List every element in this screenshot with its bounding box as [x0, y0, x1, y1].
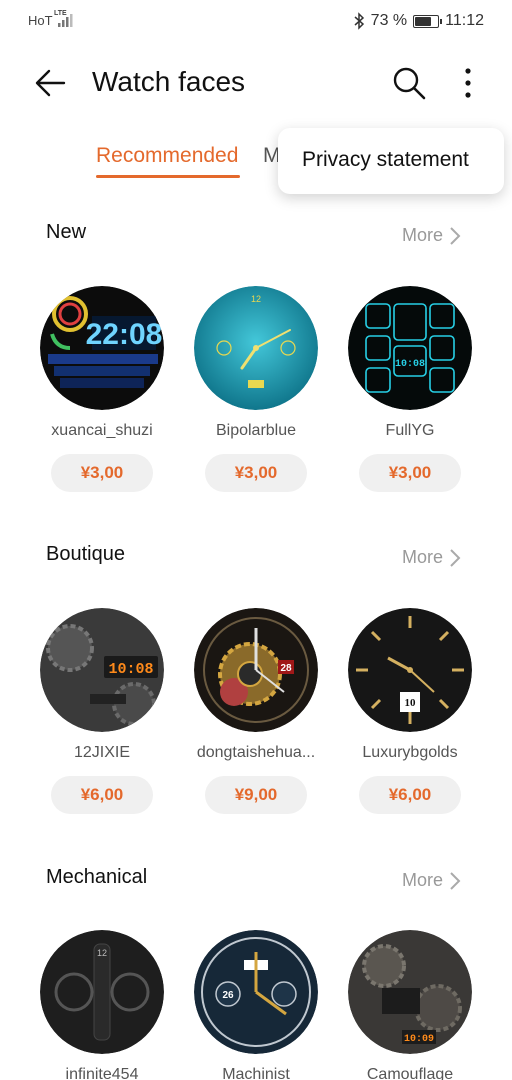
status-bar: HoT LTE 73 % 11:12 [0, 0, 512, 44]
clock: 11:12 [445, 12, 484, 29]
app-header: Watch faces [0, 52, 512, 116]
face-time: 22:08 [86, 318, 163, 351]
watch-name: Machinist [222, 1066, 290, 1080]
bluetooth-icon [354, 12, 364, 30]
tab-recommended[interactable]: Recommended [96, 144, 238, 168]
watch-face-thumbnail[interactable]: 26 [194, 930, 318, 1054]
chevron-right-icon [450, 226, 461, 245]
more-label: More [402, 870, 444, 890]
watch-face-thumbnail[interactable]: 10:09 [348, 930, 472, 1054]
tab-indicator [96, 175, 240, 178]
watch-card[interactable]: 10:08 12JIXIE ¥6,00 [27, 608, 177, 814]
watch-face-thumbnail[interactable]: 12 [40, 930, 164, 1054]
watch-name: infinite454 [65, 1066, 139, 1080]
price-button[interactable]: ¥9,00 [205, 776, 307, 814]
section-title-boutique: Boutique [46, 543, 125, 565]
menu-item-privacy-statement[interactable]: Privacy statement [302, 148, 469, 172]
price-button[interactable]: ¥3,00 [205, 454, 307, 492]
more-label: More [402, 547, 444, 567]
signal-icon [58, 14, 73, 27]
watch-face-thumbnail[interactable]: 10:08 [348, 286, 472, 410]
watch-card[interactable]: 28 dongtaishehua... ¥9,00 [181, 608, 331, 814]
watch-card[interactable]: 10 Luxurybgolds ¥6,00 [335, 608, 485, 814]
watch-card[interactable]: 12 Bipolarblue ¥3,00 [181, 286, 331, 492]
face-time: 10:09 [404, 1034, 434, 1045]
face-date: 10 [405, 697, 417, 709]
page-title: Watch faces [92, 66, 246, 97]
watch-name: xuancai_shuzi [51, 422, 153, 439]
face-date: 26 [222, 990, 234, 1001]
section-title-new: New [46, 221, 87, 243]
face-numeral: 12 [251, 294, 261, 304]
face-time: 10:08 [108, 661, 153, 678]
more-link-mechanical[interactable]: More [402, 870, 461, 891]
section-title-mechanical: Mechanical [46, 866, 148, 888]
face-numeral: 12 [97, 948, 107, 958]
watch-face-thumbnail[interactable]: 10:08 [40, 608, 164, 732]
chevron-right-icon [450, 871, 461, 890]
watch-face-thumbnail[interactable]: 28 [194, 608, 318, 732]
carrier-label: HoT [28, 13, 53, 28]
watch-name: FullYG [385, 422, 435, 439]
watch-face-thumbnail[interactable]: 22:08 [40, 286, 164, 410]
more-label: More [402, 225, 444, 245]
price-button[interactable]: ¥6,00 [51, 776, 153, 814]
watch-name: Luxurybgolds [362, 744, 458, 761]
chevron-right-icon [450, 548, 461, 567]
battery-percent: 73 % [370, 12, 408, 29]
price-button[interactable]: ¥6,00 [359, 776, 461, 814]
price-button[interactable]: ¥3,00 [359, 454, 461, 492]
watch-card[interactable]: 26 Machinist [181, 930, 331, 1080]
watch-card[interactable]: 12 infinite454 [27, 930, 177, 1080]
watch-name: 12JIXIE [73, 744, 131, 761]
face-date: 28 [280, 663, 292, 674]
price-button[interactable]: ¥3,00 [51, 454, 153, 492]
watch-name: dongtaishehua... [196, 744, 316, 761]
search-icon[interactable] [392, 66, 426, 100]
more-link-new[interactable]: More [402, 225, 461, 246]
watch-card[interactable]: 10:08 FullYG ¥3,00 [335, 286, 485, 492]
overflow-menu: Privacy statement [278, 128, 504, 194]
watch-face-thumbnail[interactable]: 12 [194, 286, 318, 410]
battery-fill [415, 16, 432, 26]
watch-card[interactable]: 22:08 xuancai_shuzi ¥3,00 [27, 286, 177, 492]
more-link-boutique[interactable]: More [402, 547, 461, 568]
watch-name: Camouflage [366, 1066, 454, 1080]
watch-name: Bipolarblue [215, 422, 297, 439]
more-vert-icon[interactable] [458, 66, 478, 100]
face-time: 10:08 [395, 359, 425, 370]
back-arrow-icon[interactable] [34, 66, 68, 100]
watch-card[interactable]: 10:09 Camouflage [335, 930, 485, 1080]
battery-icon [413, 14, 443, 28]
watch-face-thumbnail[interactable]: 10 [348, 608, 472, 732]
